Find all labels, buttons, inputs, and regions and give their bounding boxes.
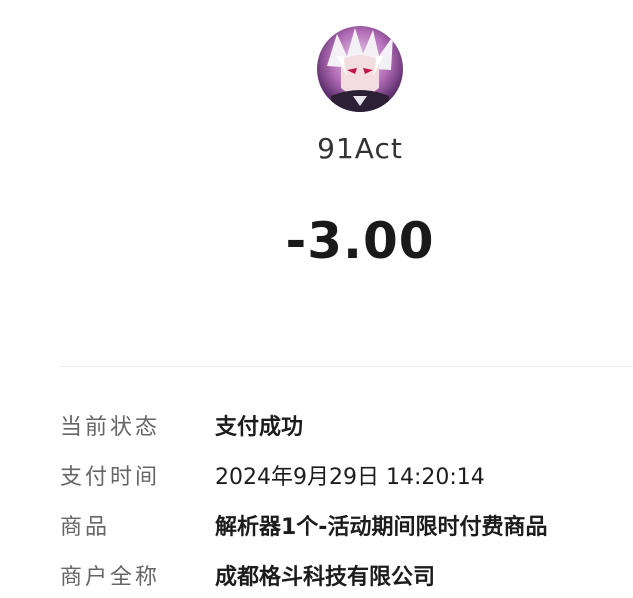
status-label: 当前状态 — [60, 415, 161, 440]
anime-character-avatar-icon — [317, 26, 403, 112]
detail-row-status: 当前状态 支付成功 — [0, 408, 633, 448]
status-value: 支付成功 — [215, 415, 304, 440]
merchant-avatar[interactable] — [317, 26, 403, 112]
detail-row-time: 支付时间 2024年9月29日 14:20:14 — [0, 458, 633, 498]
product-label: 商品 — [60, 515, 111, 540]
merchant-full-name-value: 成都格斗科技有限公司 — [215, 565, 436, 590]
divider — [59, 366, 633, 367]
detail-row-merchant: 商户全称 成都格斗科技有限公司 — [0, 558, 633, 598]
time-value: 2024年9月29日 14:20:14 — [215, 465, 485, 490]
payment-amount: -3.00 — [285, 212, 435, 270]
merchant-name: 91Act — [317, 132, 403, 165]
merchant-full-name-label: 商户全称 — [60, 565, 161, 590]
detail-row-product: 商品 解析器1个-活动期间限时付费商品 — [0, 508, 633, 548]
time-label: 支付时间 — [60, 465, 161, 490]
product-value: 解析器1个-活动期间限时付费商品 — [215, 515, 548, 540]
